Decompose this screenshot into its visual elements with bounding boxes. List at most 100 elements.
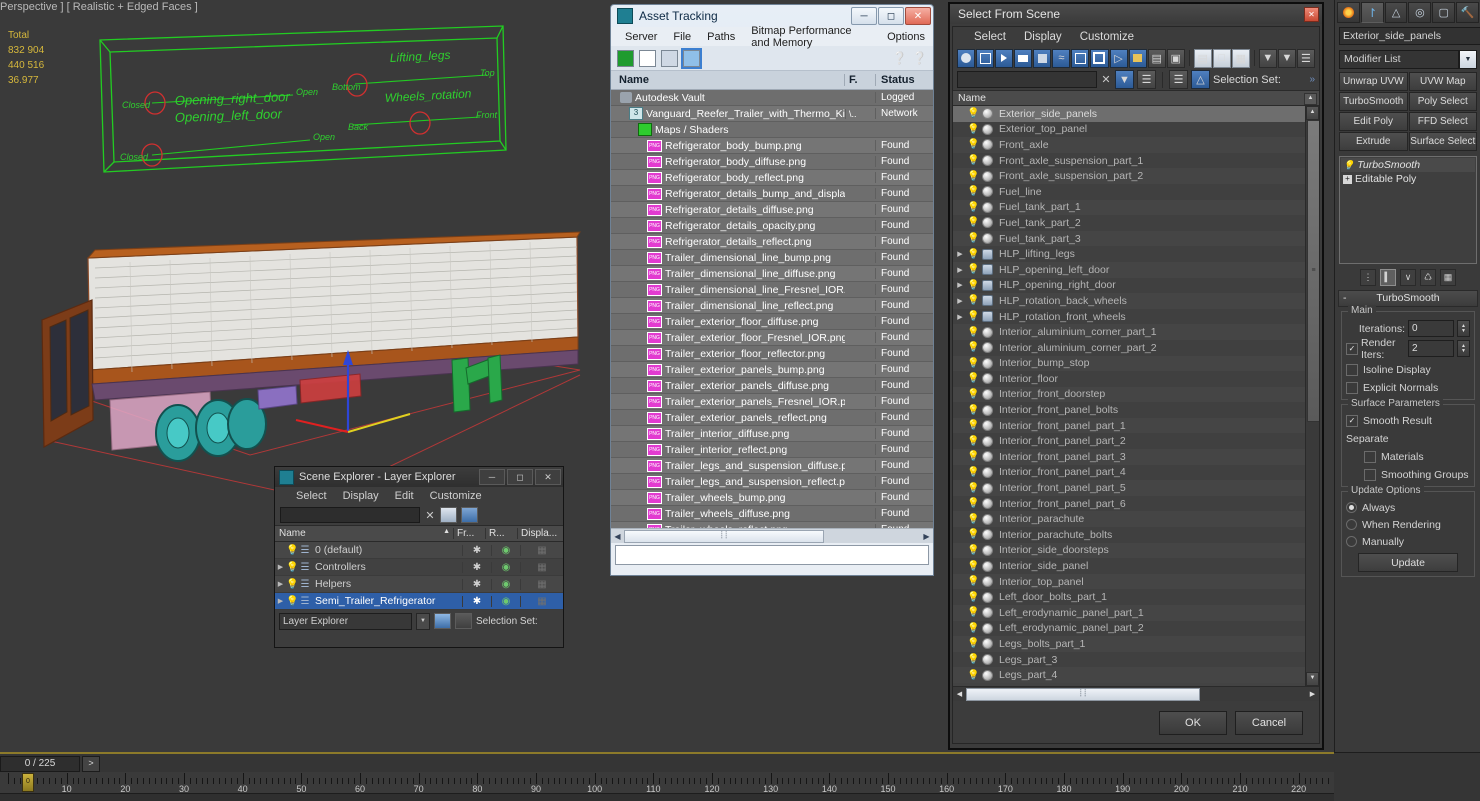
geometry-object-icon[interactable] — [980, 638, 995, 650]
geometry-object-icon[interactable] — [980, 560, 995, 572]
list-item[interactable]: ▶ 💡 HLP_rotation_back_wheels — [953, 293, 1319, 309]
expand-arrow-icon[interactable]: ▶ — [275, 597, 286, 605]
modifier-button[interactable]: UVW Map — [1408, 72, 1477, 91]
make-unique-icon[interactable]: ∨ — [1400, 268, 1416, 286]
freeze-toggle-icon[interactable]: ✱ — [462, 544, 491, 556]
smoothing-groups-checkbox[interactable] — [1364, 468, 1376, 481]
list-item[interactable]: 💡 Interior_front_panel_part_2 — [953, 433, 1319, 450]
clear-search-icon[interactable]: ✕ — [424, 509, 436, 522]
expand-arrow-icon[interactable]: ▶ — [953, 250, 967, 258]
geometry-object-icon[interactable] — [980, 186, 995, 198]
asset-grid-header[interactable]: Name F. Status — [611, 71, 933, 90]
light-bulb-icon[interactable]: 💡 — [967, 139, 980, 150]
layer-stack-icon[interactable]: ☰ — [298, 579, 312, 590]
scene-column-frozen[interactable]: Fr... — [453, 528, 485, 539]
light-bulb-icon[interactable]: 💡 — [967, 654, 980, 665]
smoothing-groups-row[interactable]: Smoothing Groups — [1346, 467, 1470, 482]
sfs-hscroll-thumb[interactable]: ┊┊ — [966, 687, 1200, 701]
list-item[interactable]: 💡 Interior_front_panel_part_4 — [953, 464, 1319, 481]
sfs-scroll-right-icon[interactable]: ▶ — [1306, 690, 1319, 698]
refresh-icon[interactable] — [617, 49, 634, 67]
display-none-icon[interactable]: ▣ — [1166, 48, 1185, 68]
list-item[interactable]: 💡 Interior_front_doorstep — [953, 386, 1319, 403]
list-item[interactable]: 💡 Fuel_tank_part_3 — [953, 230, 1319, 247]
list-item[interactable]: 💡 Interior_front_panel_part_3 — [953, 449, 1319, 465]
explicit-normals-row[interactable]: Explicit Normals — [1346, 380, 1470, 395]
scene-explorer-menubar[interactable]: Select Display Edit Customize — [275, 487, 563, 505]
table-row[interactable]: PNG Trailer_exterior_floor_reflector.png F… — [611, 346, 933, 362]
modifier-button[interactable]: Extrude — [1339, 132, 1408, 151]
close-button[interactable]: ✕ — [905, 7, 931, 25]
geometry-object-icon[interactable] — [980, 123, 995, 135]
remove-modifier-icon[interactable]: ♺ — [1420, 268, 1436, 286]
table-row[interactable]: PNG Trailer_exterior_panels_Fresnel_IOR.p… — [611, 394, 933, 410]
render-toggle-icon[interactable]: ◉ — [491, 544, 520, 556]
light-bulb-icon[interactable]: 💡 — [967, 202, 980, 213]
geometry-object-icon[interactable] — [980, 435, 995, 447]
column-status[interactable]: Status — [875, 74, 933, 86]
layers-toggle-icon[interactable] — [434, 613, 451, 629]
time-slider-handle[interactable]: 0 — [22, 773, 34, 792]
iterations-row[interactable]: Iterations: 0 ▲ ▼ — [1346, 320, 1470, 337]
helper-object-icon[interactable] — [980, 295, 995, 307]
geometry-object-icon[interactable] — [980, 669, 995, 681]
geometry-object-icon[interactable] — [980, 357, 995, 369]
stack-bulb-icon[interactable]: 💡 — [1343, 160, 1354, 171]
geometry-object-icon[interactable] — [980, 373, 995, 385]
list-item[interactable]: 💡 Interior_aluminium_corner_part_2 — [953, 339, 1319, 356]
geometry-object-icon[interactable] — [980, 217, 995, 229]
table-row[interactable]: PNG Trailer_exterior_floor_Fresnel_IOR.pn… — [611, 330, 933, 346]
light-bulb-icon[interactable]: 💡 — [967, 186, 980, 197]
table-row[interactable]: PNG Refrigerator_details_reflect.png Found — [611, 234, 933, 250]
next-key-button[interactable]: > — [82, 755, 100, 772]
sfs-scroll-thumb[interactable]: ≡ — [1307, 120, 1319, 422]
sfs-scroll-left-icon[interactable]: ◀ — [953, 690, 966, 698]
frame-counter-group[interactable]: 0 / 225 > — [0, 755, 100, 772]
sfs-vertical-scrollbar[interactable]: ▲ ≡ ▼ — [1305, 106, 1319, 686]
expand-arrow-icon[interactable]: ▶ — [275, 580, 286, 588]
display-xrefs-icon[interactable] — [1090, 48, 1109, 68]
geometry-object-icon[interactable] — [980, 155, 995, 167]
light-bulb-icon[interactable]: 💡 — [967, 233, 980, 244]
object-name-input[interactable] — [1339, 27, 1480, 45]
configure-modifier-sets-icon[interactable]: ▦ — [1440, 268, 1456, 286]
table-row[interactable]: PNG Trailer_interior_diffuse.png Found — [611, 426, 933, 442]
list-item[interactable]: 💡 Interior_parachute — [953, 511, 1319, 528]
sfs-searchrow[interactable]: ✕ ▼ ☰ ☰ △ Selection Set: » — [953, 69, 1319, 90]
timeline-ruler[interactable]: 10 20 30 40 50 60 70 80 90 100 110 120 130 140 150 160 1… — [0, 772, 1334, 794]
light-bulb-icon[interactable]: 💡 — [286, 545, 298, 556]
sfs-menu-customize[interactable]: Customize — [1071, 29, 1143, 45]
render-iters-row[interactable]: ✓ Render Iters: 2 ▲ ▼ — [1346, 337, 1470, 361]
modifier-button[interactable]: Unwrap UVW — [1339, 72, 1408, 91]
hierarchy-toggle-icon[interactable] — [455, 613, 472, 629]
list-item[interactable]: 💡 Fuel_tank_part_1 — [953, 199, 1319, 216]
isoline-row[interactable]: Isoline Display — [1346, 362, 1470, 377]
materials-row[interactable]: Materials — [1346, 449, 1470, 464]
chevron-down-icon[interactable]: ▼ — [1459, 49, 1477, 69]
scene-menu-edit[interactable]: Edit — [388, 489, 421, 503]
light-bulb-icon[interactable]: 💡 — [967, 467, 980, 478]
geometry-object-icon[interactable] — [980, 326, 995, 338]
render-iters-checkbox[interactable]: ✓ — [1346, 342, 1358, 355]
scene-explorer-titlebar[interactable]: Scene Explorer - Layer Explorer ─ ◻ ✕ — [275, 467, 563, 487]
iterations-spinner[interactable]: ▲ ▼ — [1457, 320, 1470, 337]
scene-menu-select[interactable]: Select — [289, 489, 334, 503]
list-item[interactable]: ▶ 💡 ☰ Controllers ✱ ◉ ▦ — [275, 559, 563, 576]
table-row[interactable]: PNG Trailer_wheels_diffuse.png Found — [611, 506, 933, 522]
geometry-object-icon[interactable] — [980, 139, 995, 151]
geometry-object-icon[interactable] — [980, 388, 995, 400]
light-bulb-icon[interactable]: 💡 — [967, 264, 980, 275]
list-item[interactable]: 💡 Interior_aluminium_corner_part_1 — [953, 324, 1319, 340]
table-row[interactable]: PNG Trailer_interior_reflect.png Found — [611, 442, 933, 458]
light-bulb-icon[interactable]: 💡 — [967, 638, 980, 649]
filter-funnel-icon[interactable]: ▼ — [1258, 48, 1277, 68]
light-bulb-icon[interactable]: 💡 — [967, 576, 980, 587]
geometry-object-icon[interactable] — [980, 591, 995, 603]
sfs-hierarchy-icon[interactable]: △ — [1191, 70, 1210, 89]
scene-grid-header[interactable]: Name ▲ Fr... R... Displa... — [275, 525, 563, 542]
display-toggle-icon[interactable]: ▦ — [520, 578, 563, 590]
render-iters-spinner[interactable]: ▲ ▼ — [1457, 340, 1470, 357]
render-toggle-icon[interactable]: ◉ — [491, 561, 520, 573]
current-frame-display[interactable]: 0 / 225 — [0, 755, 80, 772]
help-alt-icon[interactable]: ❔ — [912, 51, 927, 66]
